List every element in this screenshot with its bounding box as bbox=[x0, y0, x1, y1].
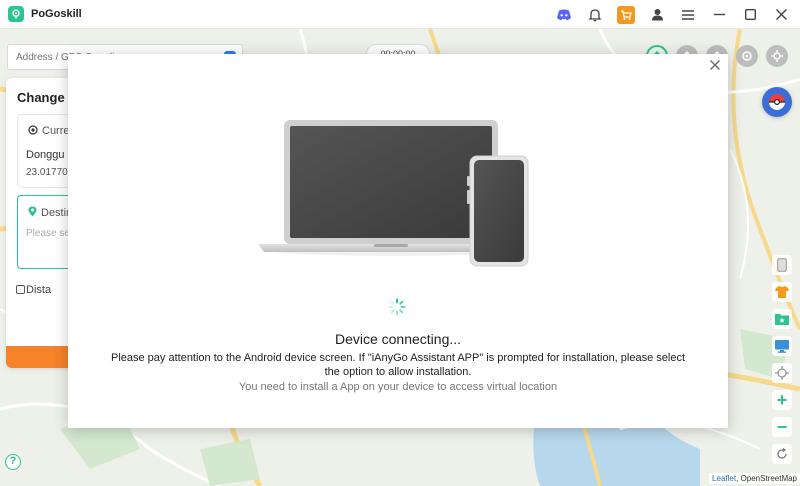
osm-attribution: , OpenStreetMap bbox=[736, 474, 797, 483]
settings-mode-icon[interactable] bbox=[766, 45, 788, 67]
current-coordinates: 23.01770 bbox=[26, 167, 68, 178]
distance-label: Dista bbox=[26, 284, 52, 296]
right-toolbar: + − bbox=[771, 255, 793, 464]
dialog-close-button[interactable] bbox=[708, 58, 722, 72]
favorites-folder-icon[interactable] bbox=[772, 309, 792, 329]
discord-icon[interactable] bbox=[555, 6, 573, 24]
current-place: Donggu bbox=[26, 149, 65, 161]
connecting-instructions: Please pay attention to the Android devi… bbox=[110, 352, 686, 378]
bell-icon[interactable] bbox=[586, 6, 604, 24]
current-location-label: Curre bbox=[42, 125, 70, 137]
install-app-note: You need to install a App on your device… bbox=[238, 381, 558, 393]
joystick-mode-icon[interactable] bbox=[736, 45, 758, 67]
minimize-icon[interactable] bbox=[710, 6, 728, 24]
app-logo bbox=[8, 6, 24, 22]
laptop-phone-illustration bbox=[258, 120, 529, 267]
distance-icon bbox=[16, 285, 25, 294]
title-bar: PoGoskill bbox=[0, 0, 800, 29]
leaflet-link[interactable]: Leaflet bbox=[712, 474, 736, 483]
map-attribution: Leaflet, OpenStreetMap bbox=[709, 473, 800, 484]
shirt-icon[interactable] bbox=[772, 282, 792, 302]
phone-icon[interactable] bbox=[772, 255, 792, 275]
zoom-in-button[interactable]: + bbox=[772, 390, 792, 410]
monitor-icon[interactable] bbox=[772, 336, 792, 356]
cart-icon[interactable] bbox=[617, 5, 635, 24]
loading-spinner-icon bbox=[388, 298, 406, 316]
user-icon[interactable] bbox=[648, 6, 666, 24]
reset-icon[interactable] bbox=[772, 444, 792, 464]
zoom-out-button[interactable]: − bbox=[772, 417, 792, 437]
target-icon bbox=[28, 125, 38, 135]
locate-icon[interactable] bbox=[772, 363, 792, 383]
destination-input[interactable]: Please se bbox=[26, 228, 70, 239]
close-icon bbox=[710, 60, 720, 70]
app-name: PoGoskill bbox=[31, 8, 82, 20]
pin-icon bbox=[28, 206, 37, 217]
close-icon[interactable] bbox=[772, 6, 790, 24]
pokeball-icon[interactable] bbox=[762, 87, 792, 117]
menu-icon[interactable] bbox=[679, 6, 697, 24]
device-connecting-dialog: Device connecting... Please pay attentio… bbox=[68, 54, 728, 428]
connecting-status: Device connecting... bbox=[334, 331, 462, 347]
maximize-icon[interactable] bbox=[741, 6, 759, 24]
help-icon[interactable]: ? bbox=[5, 454, 21, 470]
